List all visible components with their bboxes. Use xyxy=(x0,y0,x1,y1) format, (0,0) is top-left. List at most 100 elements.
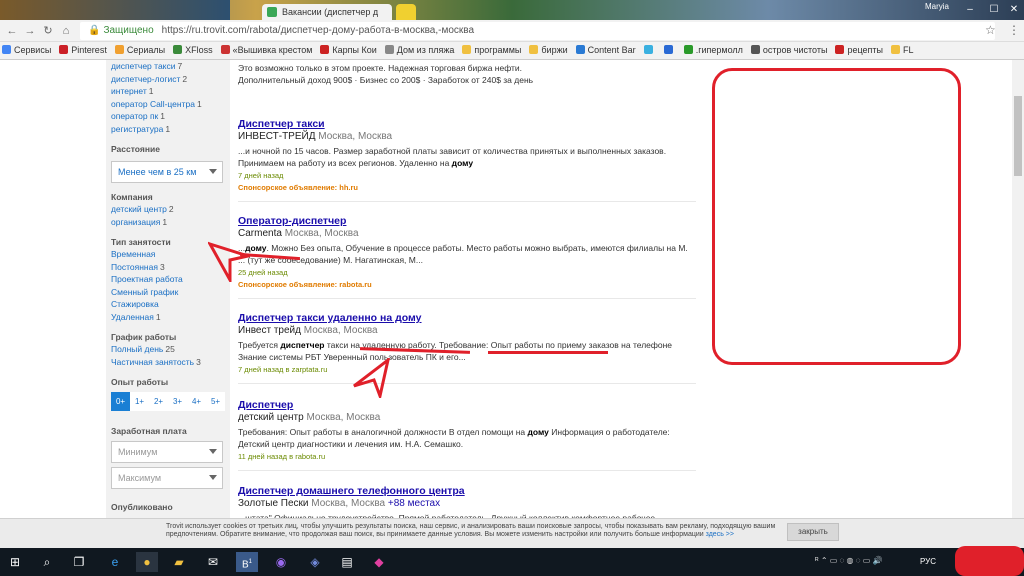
system-tray[interactable]: ᴿ ⌃ ▭ ◌ ◍ ◌ ▭ 🔊 xyxy=(815,556,882,565)
bookmark-item[interactable]: XFloss xyxy=(171,42,219,55)
filter-label: Сменный график xyxy=(111,286,179,297)
job-more-locations[interactable]: +88 местах xyxy=(388,498,440,509)
page-left-margin xyxy=(0,60,106,518)
vk-icon[interactable]: B1 xyxy=(236,552,258,572)
home-icon[interactable]: ⌂ xyxy=(58,23,74,39)
viber-icon[interactable]: ◉ xyxy=(270,552,292,572)
experience-option[interactable]: 3+ xyxy=(168,392,187,411)
job-company-line: детский центр Москва, Москва xyxy=(238,412,696,424)
filter-label: диспетчер такси xyxy=(111,61,176,71)
chevron-down-icon xyxy=(209,449,217,454)
bookmark-item[interactable]: .гипермолл xyxy=(682,42,749,55)
results-list: Это возможно только в этом проекте. Наде… xyxy=(230,60,708,518)
bookmark-item[interactable]: Content Bar xyxy=(574,42,642,55)
bookmark-item[interactable]: рецепты xyxy=(833,42,889,55)
chrome-icon[interactable]: ● xyxy=(136,552,158,572)
distance-select[interactable]: Менее чем в 25 км xyxy=(111,161,223,183)
new-tab-button[interactable] xyxy=(396,4,416,20)
filter-link[interactable]: Полный день 25 xyxy=(111,343,230,356)
cookie-close-button[interactable]: закрыть xyxy=(787,523,839,541)
experience-option[interactable]: 2+ xyxy=(149,392,168,411)
bookmark-label: .гипермолл xyxy=(695,45,743,55)
job-age: 7 дней назад в zarptata.ru xyxy=(238,365,328,374)
job-company: Золотые Пески xyxy=(238,498,309,509)
bookmark-star-icon[interactable]: ☆ xyxy=(985,23,996,37)
experience-option[interactable]: 5+ xyxy=(206,392,225,411)
close-icon[interactable]: ✕ xyxy=(1002,0,1024,20)
user-name[interactable]: Maryia xyxy=(925,2,949,11)
filter-count: 2 xyxy=(168,204,174,214)
job-title-link[interactable]: Диспетчер домашнего телефонного центра xyxy=(238,485,696,498)
company-filter-list: детский центр 2 организация 1 xyxy=(111,203,230,228)
bookmark-item[interactable]: Сериалы xyxy=(113,42,171,55)
job-age: 7 дней назад xyxy=(238,171,284,180)
browser-menu-icon[interactable]: ⋮ xyxy=(1008,23,1020,37)
task-view-icon[interactable]: ❐ xyxy=(68,552,90,572)
filter-label: детский центр xyxy=(111,204,167,214)
job-card: Диспетчер домашнего телефонного центра Зо… xyxy=(238,485,696,518)
bookmark-label: программы xyxy=(474,45,522,55)
bookmark-item[interactable]: биржи xyxy=(527,42,573,55)
minimize-icon[interactable]: – xyxy=(958,0,982,20)
filter-link[interactable]: Удаленная 1 xyxy=(111,311,230,324)
filter-label: Проектная работа xyxy=(111,274,183,284)
app-icon[interactable]: ◆ xyxy=(368,552,390,572)
filter-link[interactable]: оператор пк 1 xyxy=(111,110,230,123)
job-location: Москва, Москва xyxy=(284,228,359,239)
notepad-icon[interactable]: ▤ xyxy=(336,552,358,572)
filter-link[interactable]: оператор Call-центра 1 xyxy=(111,98,230,111)
job-title-link[interactable]: Диспетчер такси xyxy=(238,118,696,131)
bookmark-item[interactable]: «Вышивка крестом xyxy=(219,42,319,55)
filter-link[interactable]: Сменный график xyxy=(111,286,230,299)
bookmark-item[interactable]: Pinterest xyxy=(57,42,113,55)
bookmark-item[interactable]: Дом из пляжа xyxy=(383,42,461,55)
filter-link[interactable]: Стажировка xyxy=(111,298,230,311)
reload-icon[interactable]: ↻ xyxy=(40,23,56,39)
bookmark-item[interactable] xyxy=(642,42,662,55)
job-sponsor-label: Спонсорское объявление: rabota.ru xyxy=(238,280,372,289)
folder-icon[interactable]: ▰ xyxy=(168,552,190,572)
language-indicator[interactable]: РУС xyxy=(920,557,936,566)
experience-option[interactable]: 4+ xyxy=(187,392,206,411)
filter-link[interactable]: диспетчер такси 7 xyxy=(111,60,230,73)
bookmark-favicon-icon xyxy=(320,45,330,54)
tab-active[interactable]: Вакансии (диспетчер д xyxy=(262,4,392,20)
filter-link[interactable]: регистратура 1 xyxy=(111,123,230,136)
windows-start-icon[interactable]: ⊞ xyxy=(4,552,26,572)
job-title-link[interactable]: Оператор-диспетчер xyxy=(238,215,696,228)
edge-icon[interactable]: e xyxy=(104,552,126,572)
filter-count: 25 xyxy=(165,344,175,354)
mail-icon[interactable]: ✉ xyxy=(202,552,224,572)
discord-icon[interactable]: ◈ xyxy=(304,552,326,572)
bookmark-item[interactable] xyxy=(662,42,682,55)
job-title-link[interactable]: Диспетчер xyxy=(238,399,696,412)
filter-count: 1 xyxy=(196,98,202,109)
filter-link[interactable]: диспетчер-логист 2 xyxy=(111,73,230,86)
filter-link[interactable]: детский центр 2 xyxy=(111,203,230,216)
salary-max-select[interactable]: Максимум xyxy=(111,467,223,489)
experience-option[interactable]: 0+ xyxy=(111,392,130,411)
bookmark-item[interactable]: Сервисы xyxy=(0,42,57,55)
job-desc-text: Требуется xyxy=(238,340,281,350)
job-title-link[interactable]: Диспетчер такси удаленно на дому xyxy=(238,312,696,325)
filter-link[interactable]: организация 1 xyxy=(111,216,230,229)
scrollbar-thumb[interactable] xyxy=(1014,96,1022,176)
bookmark-item[interactable]: FL xyxy=(889,42,920,55)
bookmark-item[interactable]: программы xyxy=(460,42,527,55)
back-icon[interactable]: ← xyxy=(4,23,20,39)
search-icon[interactable]: ⌕ xyxy=(36,552,58,572)
forward-icon[interactable]: → xyxy=(22,23,38,39)
job-location: Москва, Москва xyxy=(311,498,386,509)
bookmark-item[interactable]: остров чистоты xyxy=(749,42,834,55)
url-input[interactable]: 🔒 Защищено https://ru.trovit.com/rabota/ди… xyxy=(80,22,995,40)
bookmark-favicon-icon xyxy=(114,45,124,54)
filter-link[interactable]: интернет 1 xyxy=(111,85,230,98)
bookmark-item[interactable]: Карпы Кои xyxy=(318,42,382,55)
annotation-red-scribble xyxy=(955,546,1024,576)
filter-label: диспетчер-логист xyxy=(111,73,181,84)
filter-link[interactable]: Частичная занятость 3 xyxy=(111,356,230,369)
job-card: Диспетчер детский центр Москва, Москва Тре… xyxy=(238,399,696,471)
cookie-more-link[interactable]: здесь >> xyxy=(706,531,734,538)
salary-min-select[interactable]: Минимум xyxy=(111,441,223,463)
experience-option[interactable]: 1+ xyxy=(130,392,149,411)
